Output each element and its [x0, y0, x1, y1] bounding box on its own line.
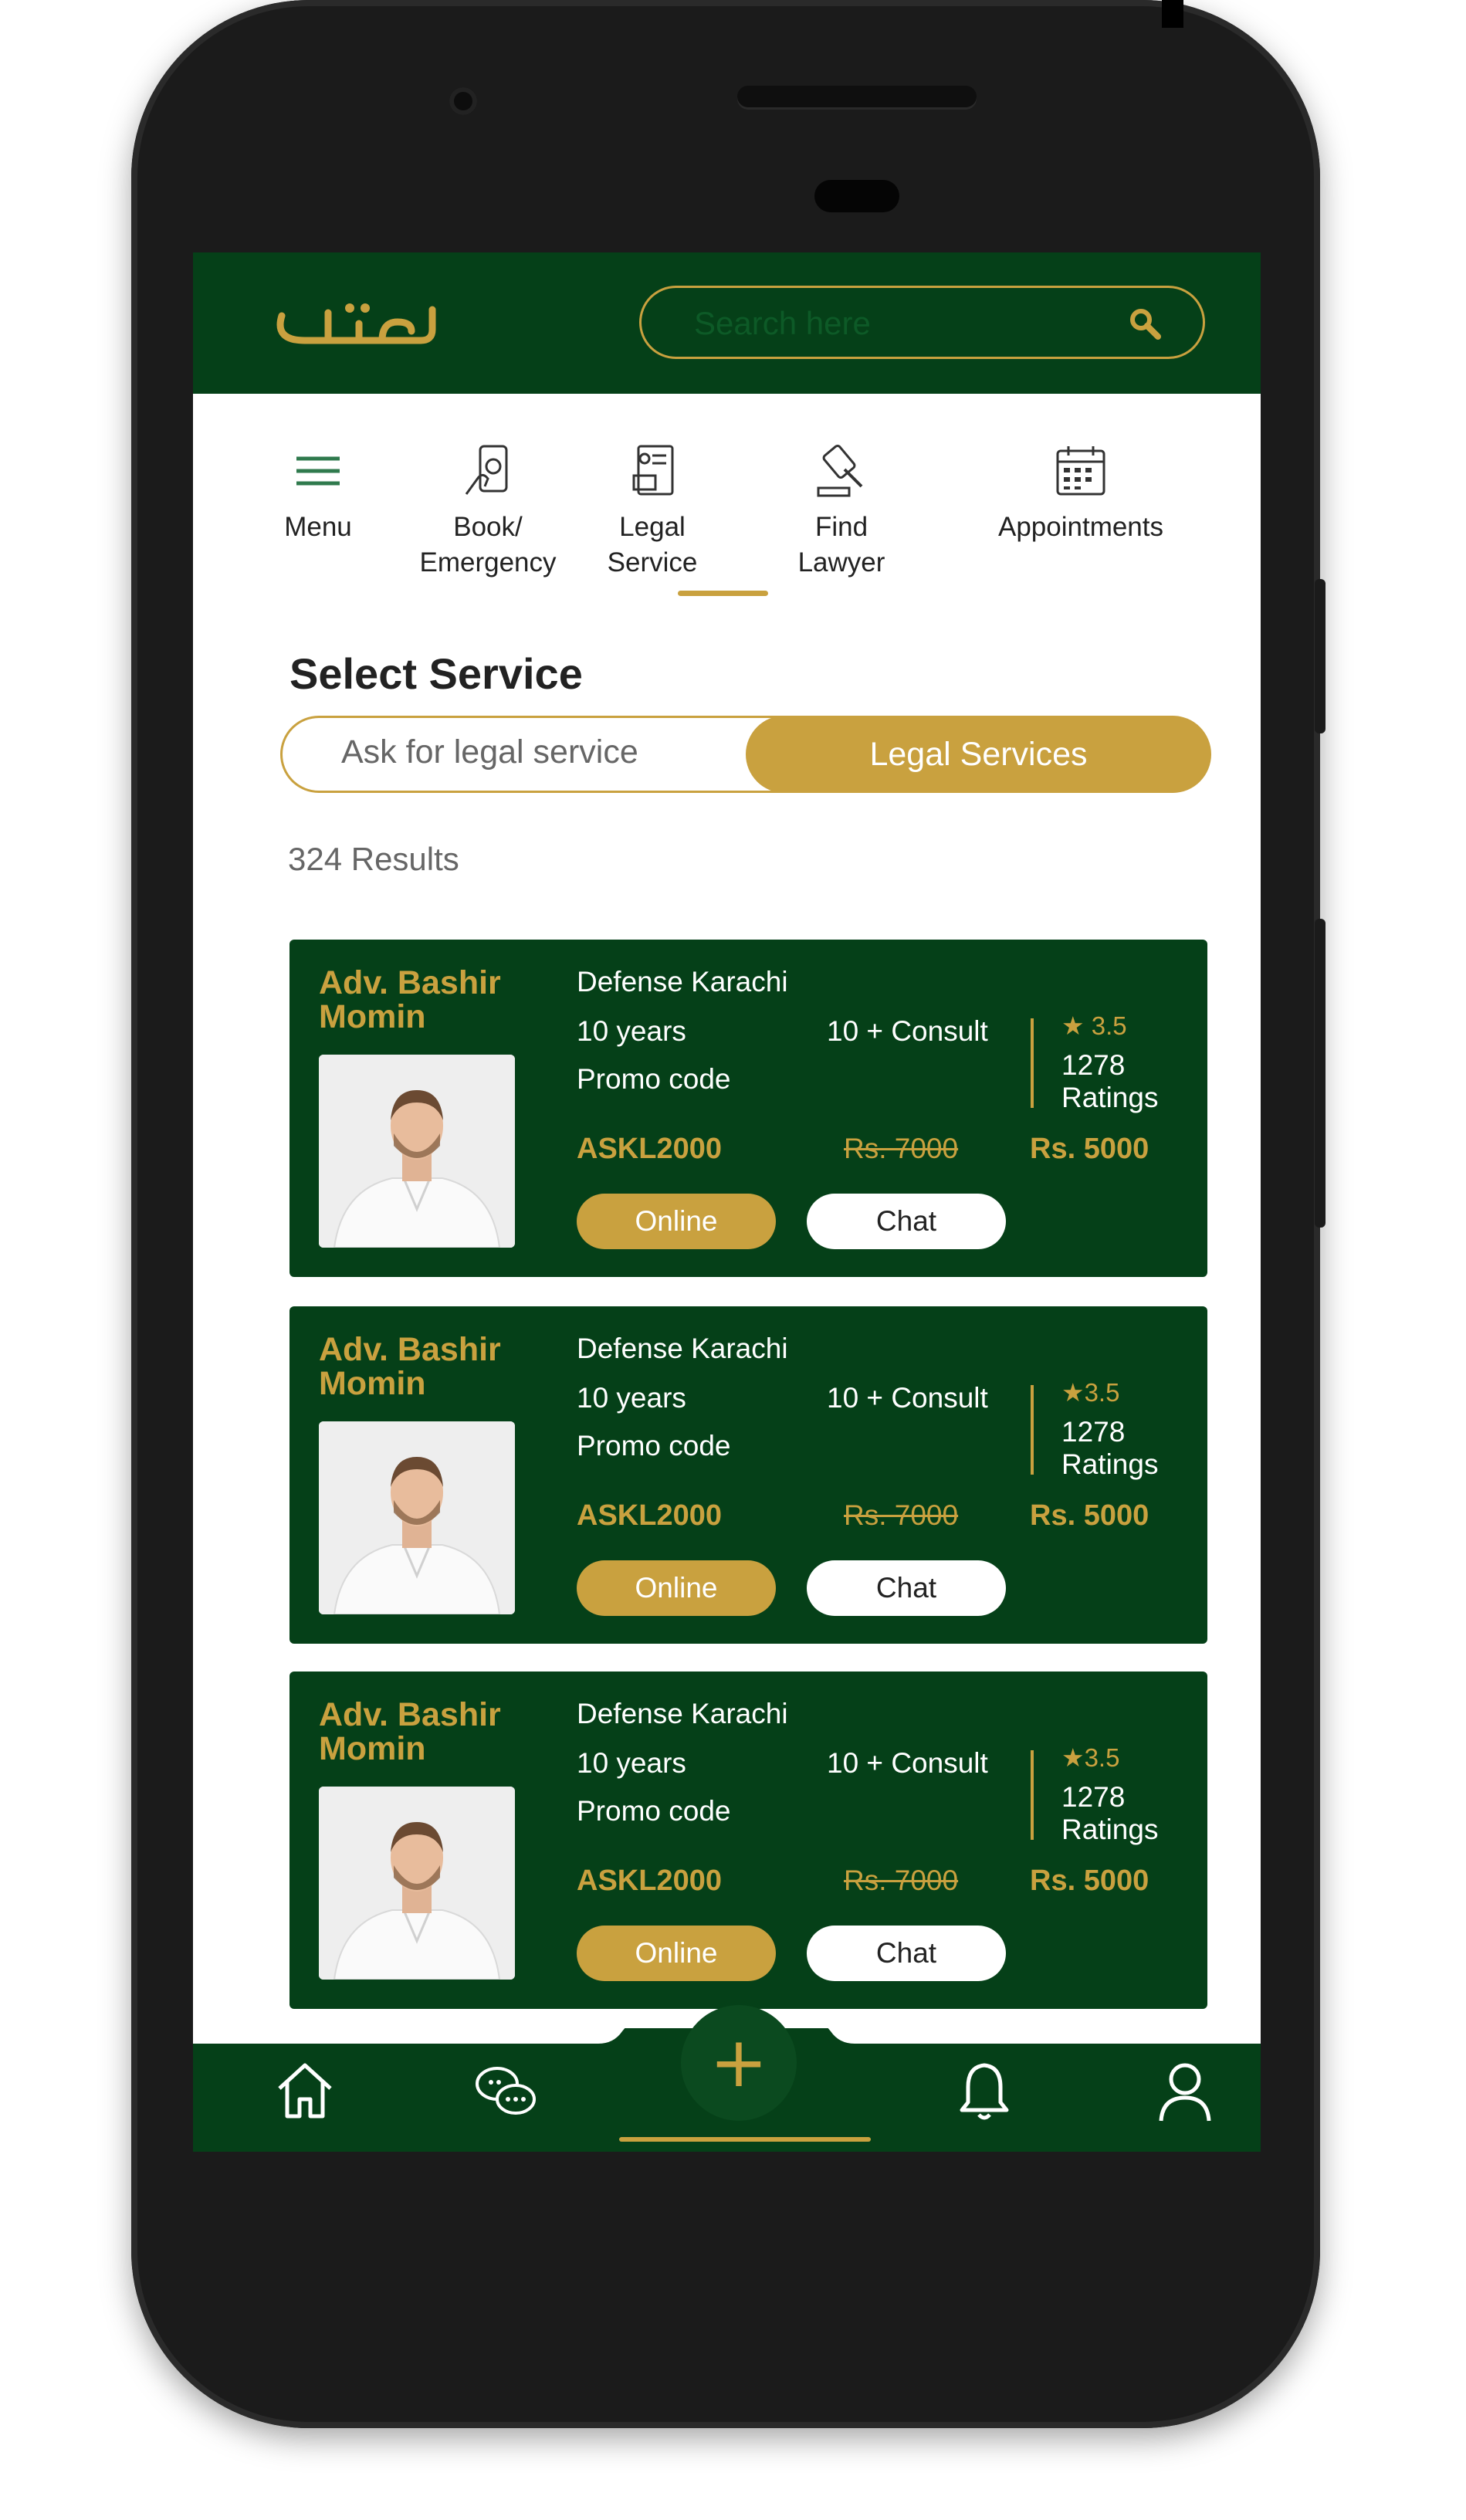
home-icon[interactable] [270, 2056, 340, 2125]
lawyer-location: Defense Karachi [577, 1333, 788, 1364]
power-button [1315, 919, 1325, 1228]
app-screen: Search here Menu Book/ Emergency Legal S… [193, 252, 1261, 2152]
ratings-number: 1278 [1061, 1781, 1126, 1813]
ratings-count: 1278 Ratings [1061, 1049, 1158, 1114]
earpiece [737, 86, 977, 107]
new-price: Rs. 5000 [1030, 1499, 1149, 1532]
lawyer-photo [319, 1421, 515, 1614]
chat-icon[interactable] [471, 2056, 540, 2125]
tab-menu-label: Menu [284, 512, 352, 542]
lawyer-name: Adv. Bashir Momin [319, 1696, 501, 1767]
tab-book-label-2: Emergency [419, 547, 557, 578]
new-price: Rs. 5000 [1030, 1133, 1149, 1165]
lawyer-rating: ★3.5 [1061, 1743, 1120, 1772]
ratings-label: Ratings [1061, 1814, 1159, 1845]
lawyer-avatar-icon [319, 1421, 515, 1614]
tab-legal-service[interactable]: Legal Service [598, 440, 706, 581]
lawyer-rating: ★3.5 [1061, 1378, 1120, 1407]
promo-label: Promo code [577, 1430, 731, 1462]
lawyer-avatar-icon [319, 1787, 515, 1980]
ratings-count: 1278 Ratings [1061, 1416, 1158, 1481]
search-bar[interactable]: Search here [639, 286, 1205, 359]
toggle-legal-services[interactable]: Legal Services [746, 716, 1211, 793]
plus-icon[interactable]: + [681, 2005, 797, 2121]
tab-legal-label-2: Service [607, 547, 698, 578]
promo-code: ASKL2000 [577, 1133, 722, 1165]
promo-label: Promo code [577, 1063, 731, 1095]
front-camera [449, 87, 477, 115]
bell-icon[interactable] [950, 2056, 1019, 2125]
lawyer-consults: 10 + Consult [827, 1015, 988, 1047]
lawyer-avatar-icon [319, 1055, 515, 1248]
old-price: Rs. 7000 [844, 1499, 959, 1531]
ratings-label: Ratings [1061, 1448, 1159, 1480]
results-count: 324 Results [288, 841, 459, 877]
tab-legal-label: Legal [619, 512, 686, 542]
home-indicator [619, 2137, 871, 2142]
lawyer-card[interactable]: Adv. Bashir Momin Defense Karachi 10 yea… [289, 1306, 1207, 1644]
online-button[interactable]: Online [577, 1926, 776, 1981]
page-title: Select Service [289, 649, 583, 698]
ratings-number: 1278 [1061, 1416, 1126, 1448]
toggle-ask-legal-service[interactable]: Ask for legal service [341, 733, 638, 771]
lawyer-name: Adv. Bashir Momin [319, 964, 501, 1035]
proximity-sensor [814, 180, 899, 212]
online-button[interactable]: Online [577, 1560, 776, 1616]
phone-booking-icon [465, 445, 508, 495]
lawyer-name: Adv. Bashir Momin [319, 1331, 501, 1402]
gavel-icon [817, 444, 863, 497]
rating-divider [1031, 1385, 1034, 1475]
rating-divider [1031, 1750, 1034, 1840]
promo-label: Promo code [577, 1795, 731, 1827]
tab-find-lawyer[interactable]: Find Lawyer [780, 440, 903, 581]
lawyer-experience: 10 years [577, 1382, 686, 1414]
tab-menu[interactable]: Menu [264, 440, 372, 545]
promo-code: ASKL2000 [577, 1499, 722, 1532]
calendar-icon [1056, 446, 1105, 496]
old-price: Rs. 7000 [844, 1865, 959, 1896]
service-toggle[interactable]: Ask for legal service Legal Services [280, 716, 1211, 793]
search-input[interactable]: Search here [694, 305, 871, 342]
online-button[interactable]: Online [577, 1194, 776, 1249]
legal-document-icon [632, 445, 674, 496]
tab-book-label: Book/ [453, 512, 523, 542]
lawyer-card[interactable]: Adv. Bashir Momin Defense Karachi 10 yea… [289, 940, 1207, 1277]
tab-find-label-2: Lawyer [797, 547, 885, 578]
lawyer-location: Defense Karachi [577, 1698, 788, 1729]
lawyer-card[interactable]: Adv. Bashir Momin Defense Karachi 10 yea… [289, 1672, 1207, 2009]
promo-code: ASKL2000 [577, 1865, 722, 1897]
chat-button[interactable]: Chat [807, 1194, 1006, 1249]
tab-find-label: Find [814, 512, 868, 542]
ratings-count: 1278 Ratings [1061, 1781, 1158, 1846]
frame-notch [1162, 0, 1183, 28]
ratings-number: 1278 [1061, 1049, 1126, 1081]
lawyer-photo [319, 1787, 515, 1980]
lawyer-consults: 10 + Consult [827, 1382, 988, 1414]
app-header: Search here [193, 252, 1261, 394]
active-tab-indicator [678, 591, 768, 596]
old-price: Rs. 7000 [844, 1133, 959, 1164]
chat-button[interactable]: Chat [807, 1560, 1006, 1616]
tab-appointments-label: Appointments [997, 512, 1164, 542]
lawyer-experience: 10 years [577, 1747, 686, 1779]
chat-button[interactable]: Chat [807, 1926, 1006, 1981]
new-price: Rs. 5000 [1030, 1865, 1149, 1897]
tab-appointments[interactable]: Appointments [965, 440, 1197, 545]
rating-divider [1031, 1018, 1034, 1108]
ratings-label: Ratings [1061, 1082, 1159, 1113]
lawyer-location: Defense Karachi [577, 966, 788, 998]
hamburger-menu-icon [296, 456, 340, 486]
app-logo [276, 303, 436, 344]
lawyer-rating: ★ 3.5 [1061, 1011, 1127, 1040]
lawyer-photo [319, 1055, 515, 1248]
lawyer-consults: 10 + Consult [827, 1747, 988, 1779]
search-icon[interactable] [1127, 306, 1164, 343]
lawyer-experience: 10 years [577, 1015, 686, 1047]
profile-icon[interactable] [1150, 2056, 1220, 2125]
volume-button [1315, 579, 1325, 733]
tab-book-emergency[interactable]: Book/ Emergency [395, 440, 581, 581]
